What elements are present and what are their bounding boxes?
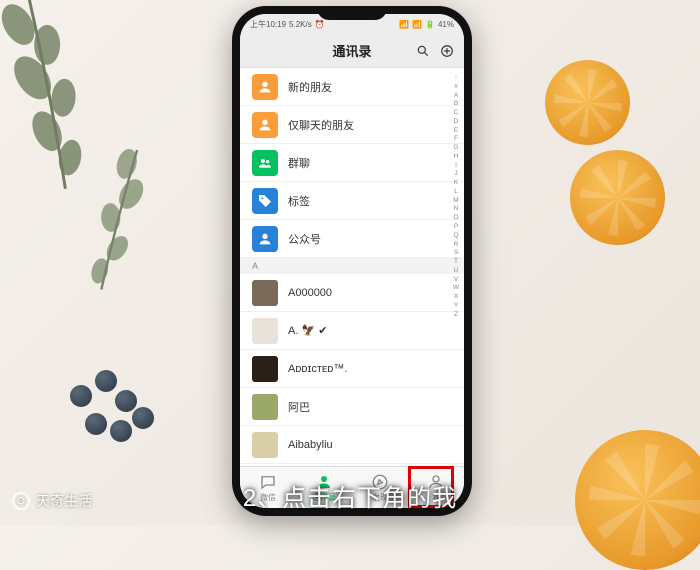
user-icon (252, 226, 278, 252)
contact-name: 阿巴 (288, 399, 310, 415)
status-net: 5.2K/s (289, 20, 312, 29)
contact-name: Aibabyliu (288, 439, 333, 451)
alarm-icon: ⏰ (315, 20, 325, 29)
contact-name: A000000 (288, 287, 332, 299)
avatar (252, 432, 278, 458)
status-time: 上午10:19 (250, 19, 286, 30)
contact-row[interactable]: Aᴅᴅɪᴄᴛᴇᴅ™. (240, 350, 464, 388)
row-label: 公众号 (288, 231, 321, 247)
search-icon[interactable] (416, 44, 430, 58)
decor-orange-slice-2 (570, 150, 665, 245)
avatar (252, 356, 278, 382)
row-group-chat[interactable]: 群聊 (240, 144, 464, 182)
group-icon (252, 150, 278, 176)
contact-row[interactable]: A000000 (240, 274, 464, 312)
phone-notch (317, 6, 387, 20)
phone-frame: 上午10:19 5.2K/s ⏰ 📶 📶 🔋 41% 通讯录 (232, 6, 472, 516)
battery-icon: 🔋 (425, 20, 435, 29)
signal-icon: 📶 (399, 20, 409, 29)
avatar (252, 318, 278, 344)
page-title: 通讯录 (332, 41, 371, 60)
row-chat-only[interactable]: 仅聊天的朋友 (240, 106, 464, 144)
alpha-index-bar[interactable]: ↑# AB CD EF GH IJ KL MN OP QR ST UV WX Y… (450, 70, 462, 464)
section-header-a: A (240, 258, 464, 274)
status-battery: 41% (438, 20, 454, 29)
tag-icon (252, 188, 278, 214)
row-tags[interactable]: 标签 (240, 182, 464, 220)
row-label: 群聊 (288, 155, 310, 171)
row-new-friends[interactable]: 新的朋友 (240, 68, 464, 106)
contacts-list[interactable]: 新的朋友 仅聊天的朋友 群聊 标签 公众号 (240, 68, 464, 466)
user-icon (252, 74, 278, 100)
avatar (252, 280, 278, 306)
avatar (252, 394, 278, 420)
contact-row[interactable]: 阿良 (240, 464, 464, 466)
tutorial-caption: 2、点击右下角的我 (0, 478, 700, 513)
wifi-icon: 📶 (412, 20, 422, 29)
phone-screen: 上午10:19 5.2K/s ⏰ 📶 📶 🔋 41% 通讯录 (240, 14, 464, 508)
decor-orange-slice-1 (545, 60, 630, 145)
nav-bar: 通讯录 (240, 34, 464, 68)
contact-name: A. 🦅 ✔ (288, 324, 327, 337)
row-label: 新的朋友 (288, 79, 332, 95)
row-official[interactable]: 公众号 (240, 220, 464, 258)
contact-row[interactable]: Aibabyliu (240, 426, 464, 464)
contact-row[interactable]: 阿巴 (240, 388, 464, 426)
contact-name: Aᴅᴅɪᴄᴛᴇᴅ™. (288, 363, 347, 375)
decor-berries (60, 365, 180, 485)
add-icon[interactable] (440, 44, 454, 58)
row-label: 仅聊天的朋友 (288, 117, 354, 133)
row-label: 标签 (288, 193, 310, 209)
user-icon (252, 112, 278, 138)
contact-row[interactable]: A. 🦅 ✔ (240, 312, 464, 350)
